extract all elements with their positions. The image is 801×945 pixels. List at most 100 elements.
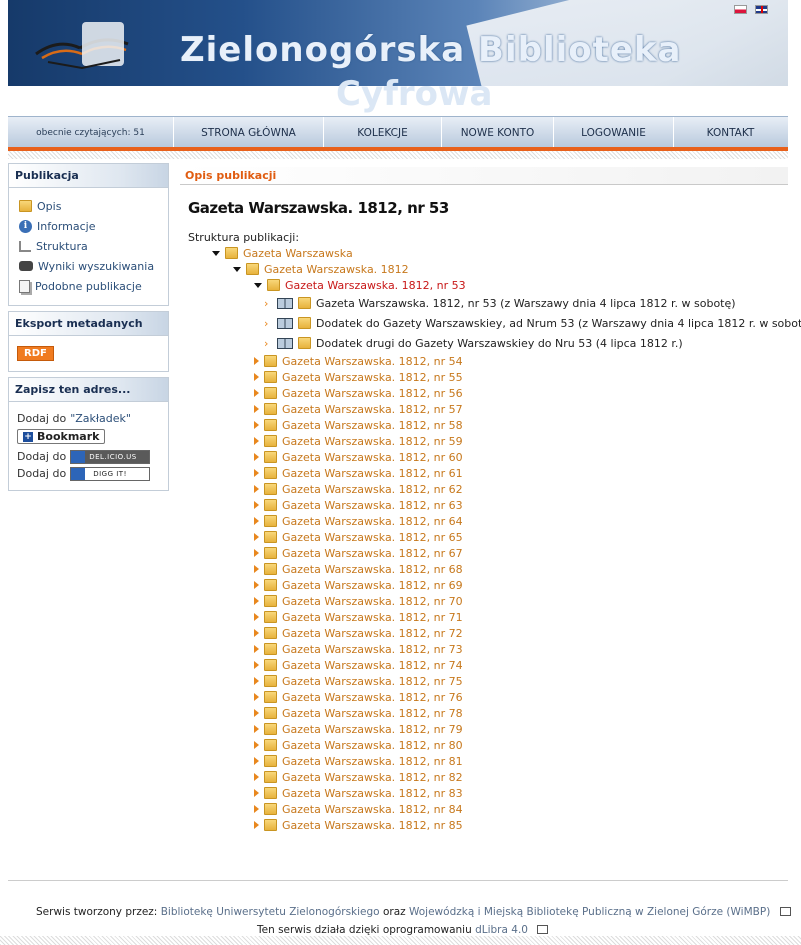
- tree-issue-row[interactable]: Gazeta Warszawska. 1812, nr 69: [254, 577, 463, 593]
- tree-issue-label[interactable]: Gazeta Warszawska. 1812, nr 57: [282, 403, 463, 416]
- external-link-icon[interactable]: [537, 925, 549, 934]
- tree-issue-row[interactable]: Gazeta Warszawska. 1812, nr 61: [254, 465, 463, 481]
- tree-doc-label[interactable]: Dodatek drugi do Gazety Warszawskiey do …: [316, 337, 683, 350]
- tree-issue-row[interactable]: Gazeta Warszawska. 1812, nr 59: [254, 433, 463, 449]
- tree-node-label[interactable]: Gazeta Warszawska. 1812: [264, 263, 409, 276]
- nav-collections[interactable]: KOLEKCJE: [324, 117, 442, 148]
- tree-issue-row[interactable]: Gazeta Warszawska. 1812, nr 58: [254, 417, 463, 433]
- collapsed-arrow-icon[interactable]: [254, 757, 259, 765]
- tree-issue-row[interactable]: Gazeta Warszawska. 1812, nr 60: [254, 449, 463, 465]
- tree-issue-row[interactable]: Gazeta Warszawska. 1812, nr 62: [254, 481, 463, 497]
- collapsed-arrow-icon[interactable]: [254, 693, 259, 701]
- footer-link-wimbp[interactable]: Wojewódzką i Miejską Bibliotekę Publiczn…: [409, 906, 770, 918]
- tree-issue-label[interactable]: Gazeta Warszawska. 1812, nr 60: [282, 451, 463, 464]
- tree-issue-label[interactable]: Gazeta Warszawska. 1812, nr 78: [282, 707, 463, 720]
- nav-home[interactable]: STRONA GŁÓWNA: [174, 117, 324, 148]
- tree-issue-label[interactable]: Gazeta Warszawska. 1812, nr 85: [282, 819, 463, 832]
- collapsed-arrow-icon[interactable]: [254, 645, 259, 653]
- collapsed-arrow-icon[interactable]: [254, 581, 259, 589]
- tree-doc-row[interactable]: › Dodatek drugi do Gazety Warszawskiey d…: [264, 335, 683, 351]
- tree-doc-label[interactable]: Gazeta Warszawska. 1812, nr 53 (z Warsza…: [316, 297, 736, 310]
- tree-issue-row[interactable]: Gazeta Warszawska. 1812, nr 82: [254, 769, 463, 785]
- chevron-right-icon[interactable]: ›: [264, 337, 272, 350]
- collapsed-arrow-icon[interactable]: [254, 677, 259, 685]
- tree-node-label[interactable]: Gazeta Warszawska: [243, 247, 353, 260]
- sidebar-item-struktura[interactable]: Struktura: [19, 236, 160, 256]
- tree-issue-label[interactable]: Gazeta Warszawska. 1812, nr 70: [282, 595, 463, 608]
- bookmark-button[interactable]: + Bookmark: [17, 429, 106, 444]
- tree-issue-row[interactable]: Gazeta Warszawska. 1812, nr 70: [254, 593, 463, 609]
- collapsed-arrow-icon[interactable]: [254, 421, 259, 429]
- tree-issue-label[interactable]: Gazeta Warszawska. 1812, nr 72: [282, 627, 463, 640]
- tree-issue-row[interactable]: Gazeta Warszawska. 1812, nr 64: [254, 513, 463, 529]
- sidebar-item-opis[interactable]: Opis: [19, 196, 160, 216]
- collapsed-arrow-icon[interactable]: [254, 501, 259, 509]
- tree-issue-label[interactable]: Gazeta Warszawska. 1812, nr 79: [282, 723, 463, 736]
- nav-new-account[interactable]: NOWE KONTO: [442, 117, 554, 148]
- collapsed-arrow-icon[interactable]: [254, 469, 259, 477]
- sidebar-item-similar[interactable]: Podobne publikacje: [19, 276, 160, 296]
- collapsed-arrow-icon[interactable]: [254, 629, 259, 637]
- tree-issue-row[interactable]: Gazeta Warszawska. 1812, nr 56: [254, 385, 463, 401]
- polish-flag-icon[interactable]: [734, 5, 747, 14]
- tree-doc-row[interactable]: › Gazeta Warszawska. 1812, nr 53 (z Wars…: [264, 295, 736, 311]
- english-flag-icon[interactable]: [755, 5, 768, 14]
- chevron-right-icon[interactable]: ›: [264, 317, 272, 330]
- tree-node-current[interactable]: Gazeta Warszawska. 1812, nr 53: [254, 277, 466, 293]
- tree-node-root[interactable]: Gazeta Warszawska: [212, 245, 353, 261]
- chevron-right-icon[interactable]: ›: [264, 297, 272, 310]
- tree-issue-label[interactable]: Gazeta Warszawska. 1812, nr 62: [282, 483, 463, 496]
- collapsed-arrow-icon[interactable]: [254, 437, 259, 445]
- expanded-arrow-icon[interactable]: [233, 266, 241, 272]
- delicious-button[interactable]: DEL.ICIO.US: [70, 449, 151, 464]
- tree-issue-label[interactable]: Gazeta Warszawska. 1812, nr 81: [282, 755, 463, 768]
- footer-link-university[interactable]: Bibliotekę Uniwersytetu Zielonogórskiego: [161, 906, 380, 918]
- bookmarks-link[interactable]: "Zakładek": [70, 412, 131, 425]
- nav-login[interactable]: LOGOWANIE: [554, 117, 674, 148]
- tree-issue-row[interactable]: Gazeta Warszawska. 1812, nr 63: [254, 497, 463, 513]
- tree-issue-row[interactable]: Gazeta Warszawska. 1812, nr 67: [254, 545, 463, 561]
- sidebar-item-informacje[interactable]: i Informacje: [19, 216, 160, 236]
- tree-issue-row[interactable]: Gazeta Warszawska. 1812, nr 75: [254, 673, 463, 689]
- tree-issue-row[interactable]: Gazeta Warszawska. 1812, nr 83: [254, 785, 463, 801]
- digg-button[interactable]: DIGG IT!: [70, 466, 151, 481]
- tree-node-label[interactable]: Gazeta Warszawska. 1812, nr 53: [285, 279, 466, 292]
- collapsed-arrow-icon[interactable]: [254, 357, 259, 365]
- external-link-icon[interactable]: [779, 907, 791, 916]
- collapsed-arrow-icon[interactable]: [254, 405, 259, 413]
- collapsed-arrow-icon[interactable]: [254, 741, 259, 749]
- tree-node-year[interactable]: Gazeta Warszawska. 1812: [233, 261, 409, 277]
- collapsed-arrow-icon[interactable]: [254, 597, 259, 605]
- tree-issue-label[interactable]: Gazeta Warszawska. 1812, nr 55: [282, 371, 463, 384]
- collapsed-arrow-icon[interactable]: [254, 613, 259, 621]
- tree-issue-row[interactable]: Gazeta Warszawska. 1812, nr 54: [254, 353, 463, 369]
- tree-issue-label[interactable]: Gazeta Warszawska. 1812, nr 82: [282, 771, 463, 784]
- rdf-button[interactable]: RDF: [17, 346, 54, 361]
- nav-contact[interactable]: KONTAKT: [674, 117, 787, 148]
- collapsed-arrow-icon[interactable]: [254, 661, 259, 669]
- collapsed-arrow-icon[interactable]: [254, 549, 259, 557]
- tree-issue-row[interactable]: Gazeta Warszawska. 1812, nr 57: [254, 401, 463, 417]
- tree-issue-label[interactable]: Gazeta Warszawska. 1812, nr 56: [282, 387, 463, 400]
- tree-issue-row[interactable]: Gazeta Warszawska. 1812, nr 74: [254, 657, 463, 673]
- tree-issue-row[interactable]: Gazeta Warszawska. 1812, nr 81: [254, 753, 463, 769]
- tree-issue-label[interactable]: Gazeta Warszawska. 1812, nr 84: [282, 803, 463, 816]
- collapsed-arrow-icon[interactable]: [254, 821, 259, 829]
- collapsed-arrow-icon[interactable]: [254, 805, 259, 813]
- tree-issue-row[interactable]: Gazeta Warszawska. 1812, nr 79: [254, 721, 463, 737]
- tree-issue-row[interactable]: Gazeta Warszawska. 1812, nr 85: [254, 817, 463, 833]
- sidebar-item-search-results[interactable]: Wyniki wyszukiwania: [19, 256, 160, 276]
- tree-issue-label[interactable]: Gazeta Warszawska. 1812, nr 63: [282, 499, 463, 512]
- tree-issue-label[interactable]: Gazeta Warszawska. 1812, nr 80: [282, 739, 463, 752]
- tree-issue-row[interactable]: Gazeta Warszawska. 1812, nr 78: [254, 705, 463, 721]
- tree-issue-label[interactable]: Gazeta Warszawska. 1812, nr 71: [282, 611, 463, 624]
- tree-doc-row[interactable]: › Dodatek do Gazety Warszawskiey, ad Nru…: [264, 315, 801, 331]
- tree-issue-row[interactable]: Gazeta Warszawska. 1812, nr 68: [254, 561, 463, 577]
- collapsed-arrow-icon[interactable]: [254, 373, 259, 381]
- tree-issue-label[interactable]: Gazeta Warszawska. 1812, nr 59: [282, 435, 463, 448]
- collapsed-arrow-icon[interactable]: [254, 725, 259, 733]
- tree-issue-label[interactable]: Gazeta Warszawska. 1812, nr 65: [282, 531, 463, 544]
- tree-issue-row[interactable]: Gazeta Warszawska. 1812, nr 55: [254, 369, 463, 385]
- collapsed-arrow-icon[interactable]: [254, 517, 259, 525]
- tree-issue-label[interactable]: Gazeta Warszawska. 1812, nr 74: [282, 659, 463, 672]
